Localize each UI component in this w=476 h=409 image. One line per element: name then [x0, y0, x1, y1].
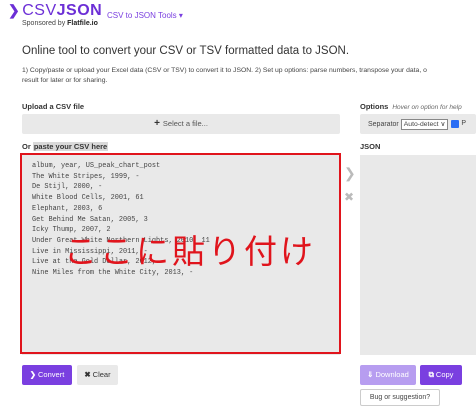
- convert-label: Convert: [38, 370, 65, 379]
- close-icon[interactable]: ✖: [344, 190, 354, 204]
- copy-label: Copy: [435, 370, 454, 379]
- json-output-textarea[interactable]: [360, 155, 476, 355]
- clear-button[interactable]: ✖ Clear: [77, 365, 118, 385]
- options-hint: Hover on option for help: [392, 104, 462, 111]
- download-icon: ⇓: [367, 370, 374, 379]
- parse-checkbox[interactable]: [451, 120, 460, 128]
- logo-chevron-icon: ❯: [8, 2, 21, 18]
- page-title: Online tool to convert your CSV or TSV f…: [22, 45, 350, 57]
- logo-wordmark: ❯ CSVJSON: [8, 2, 102, 19]
- separator-label: Separator: [368, 120, 399, 128]
- logo[interactable]: ❯ CSVJSON Sponsored by Flatfile.io: [8, 2, 102, 28]
- select-file-label: Select a file...: [162, 119, 208, 128]
- description-line-2: result for later or for sharing.: [22, 77, 108, 84]
- sponsor-link[interactable]: Flatfile.io: [67, 20, 98, 27]
- top-navbar: ❯ CSVJSON Sponsored by Flatfile.io CSV to…: [0, 0, 476, 30]
- nav-tools-dropdown[interactable]: Tools ▾: [158, 11, 183, 20]
- logo-json-text: JSON: [56, 2, 103, 19]
- sponsor-line: Sponsored by Flatfile.io: [22, 19, 102, 28]
- logo-csv-text: CSV: [22, 2, 57, 19]
- copy-icon: ⧉: [428, 370, 434, 379]
- paste-label: Or paste your CSV here: [22, 142, 109, 151]
- upload-label: Upload a CSV file: [22, 102, 85, 111]
- json-label: JSON: [360, 142, 381, 151]
- separator-select[interactable]: Auto-detect ∨: [400, 118, 449, 130]
- paste-label-prefix: Or: [22, 142, 33, 151]
- download-label: Download: [375, 370, 409, 379]
- clear-label: Clear: [92, 370, 111, 379]
- bug-report-button[interactable]: Bug or suggestion?: [360, 389, 440, 406]
- download-button[interactable]: ⇓ Download: [360, 365, 416, 385]
- page-description: 1) Copy/paste or upload your Excel data …: [22, 66, 476, 86]
- select-file-button[interactable]: + Select a file...: [22, 114, 340, 134]
- convert-button[interactable]: ❯ Convert: [22, 365, 72, 385]
- sponsor-prefix: Sponsored by: [22, 20, 68, 27]
- description-line-1: 1) Copy/paste or upload your Excel data …: [22, 67, 427, 74]
- nav-csv-to-json[interactable]: CSV to JSON: [107, 11, 156, 20]
- paste-label-highlight: paste your CSV here: [32, 142, 109, 151]
- options-label: Options Hover on option for help: [360, 102, 462, 111]
- chevron-right-icon: ❯: [29, 370, 37, 379]
- chevron-right-icon[interactable]: ❯: [344, 165, 356, 182]
- close-icon: ✖: [84, 370, 91, 379]
- parse-label: P: [461, 120, 467, 127]
- paste-here-annotation: ここに貼り付け: [64, 232, 316, 271]
- copy-button[interactable]: ⧉ Copy: [420, 365, 462, 385]
- separator-options: Separator Auto-detect ∨ P: [360, 114, 476, 134]
- options-title: Options: [360, 102, 389, 111]
- plus-icon: +: [154, 118, 160, 129]
